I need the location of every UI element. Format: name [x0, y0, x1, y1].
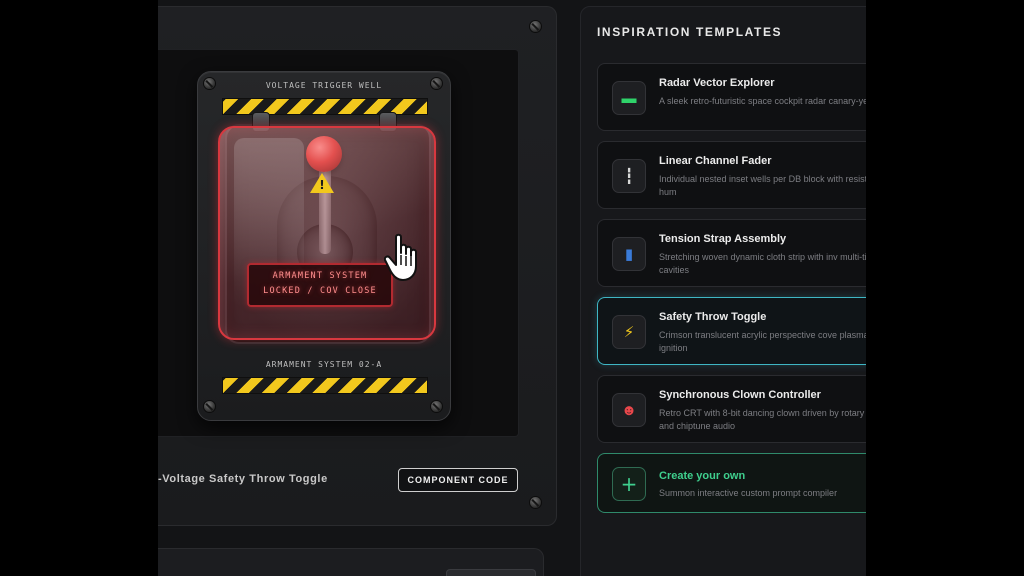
radar-screen-icon: ▬	[612, 81, 646, 115]
component-preview-panel: VOLTAGE TRIGGER WELL ! ARMAMENT SYSTEM L…	[158, 6, 557, 526]
secondary-panel-button[interactable]	[446, 569, 536, 576]
plus-glyph: +	[620, 472, 638, 496]
template-desc: A sleek retro-futuristic space cockpit r…	[659, 96, 866, 106]
template-desc: Crimson translucent acrylic perspective …	[659, 330, 866, 353]
component-code-button[interactable]: COMPONENT CODE	[398, 468, 518, 492]
app-stage: VOLTAGE TRIGGER WELL ! ARMAMENT SYSTEM L…	[158, 0, 866, 576]
create-your-own-card[interactable]: + Create your own Summon interactive cus…	[597, 453, 866, 513]
clown-glyph: ☻	[621, 401, 637, 419]
screw-icon	[431, 401, 442, 412]
screw-icon	[530, 21, 541, 32]
template-title: Tension Strap Assembly	[659, 233, 787, 245]
inspiration-templates-panel: INSPIRATION TEMPLATES ▬ Radar Vector Exp…	[580, 6, 866, 576]
template-title: Synchronous Clown Controller	[659, 389, 821, 401]
template-desc: Individual nested inset wells per DB blo…	[659, 174, 866, 197]
template-card-strap[interactable]: ▮ Tension Strap Assembly Stretching wove…	[597, 219, 866, 287]
armament-status-display: ARMAMENT SYSTEM LOCKED / COV CLOSE	[247, 263, 393, 307]
create-title: Create your own	[659, 470, 746, 482]
spool-glyph: ▮	[624, 246, 634, 263]
template-desc: Retro CRT with 8-bit dancing clown drive…	[659, 408, 866, 431]
screw-icon	[204, 401, 215, 412]
template-card-safety-toggle[interactable]: ⚡ Safety Throw Toggle Crimson translucen…	[597, 297, 866, 365]
status-line-2: LOCKED / COV CLOSE	[263, 286, 377, 296]
clown-icon: ☻	[612, 393, 646, 427]
lightning-glyph: ⚡	[623, 324, 635, 341]
spool-icon: ▮	[612, 237, 646, 271]
device-bottom-label: ARMAMENT SYSTEM 02-A	[265, 360, 383, 369]
status-line-1: ARMAMENT SYSTEM	[272, 271, 368, 281]
create-desc: Summon interactive custom prompt compile…	[659, 488, 838, 498]
plus-icon: +	[612, 467, 646, 501]
template-desc: Stretching woven dynamic cloth strip wit…	[659, 252, 866, 275]
pointer-hand-icon	[384, 233, 417, 281]
template-title: Radar Vector Explorer	[659, 77, 775, 89]
radar-glyph: ▬	[621, 89, 637, 107]
hazard-stripe-bottom	[222, 377, 428, 394]
templates-heading: INSPIRATION TEMPLATES	[597, 25, 783, 39]
template-card-radar[interactable]: ▬ Radar Vector Explorer A sleek retro-fu…	[597, 63, 866, 131]
template-title: Linear Channel Fader	[659, 155, 772, 167]
component-caption: -Voltage Safety Throw Toggle	[158, 473, 328, 485]
fader-glyph: ┇	[624, 168, 634, 185]
warning-exclamation: !	[319, 178, 325, 192]
template-card-clown[interactable]: ☻ Synchronous Clown Controller Retro CRT…	[597, 375, 866, 443]
template-title: Safety Throw Toggle	[659, 311, 767, 323]
fader-icon: ┇	[612, 159, 646, 193]
screw-icon	[530, 497, 541, 508]
device-top-label: VOLTAGE TRIGGER WELL	[265, 81, 383, 90]
lightning-icon: ⚡	[612, 315, 646, 349]
template-card-fader[interactable]: ┇ Linear Channel Fader Individual nested…	[597, 141, 866, 209]
